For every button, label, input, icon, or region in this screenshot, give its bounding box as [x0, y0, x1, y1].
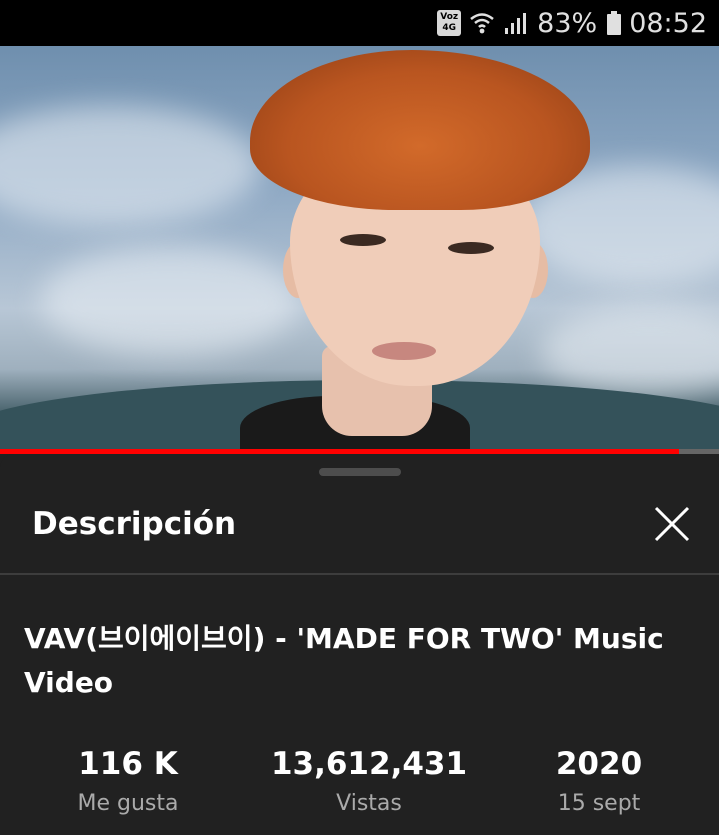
- video-title: VAV(브이에이브이) - 'MADE FOR TWO' Music Video: [24, 622, 664, 699]
- views-label: Vistas: [336, 791, 402, 816]
- upload-date: 15 sept: [557, 791, 641, 816]
- wifi-icon: [469, 10, 495, 36]
- battery-icon: [607, 11, 622, 35]
- date-stat: 2020 15 sept: [489, 744, 709, 824]
- divider: [0, 573, 719, 575]
- likes-label: Me gusta: [77, 791, 179, 816]
- signal-icon: [503, 10, 529, 36]
- status-bar: Voz 4G 83% 08:52: [0, 0, 719, 46]
- video-player[interactable]: [0, 46, 719, 450]
- close-icon: [654, 506, 690, 542]
- upload-year: 2020: [555, 746, 643, 782]
- views-count: 13,612,431: [270, 746, 468, 782]
- panel-title: Descripción: [32, 506, 237, 542]
- views-stat: 13,612,431 Vistas: [259, 744, 479, 824]
- close-button[interactable]: [650, 502, 694, 546]
- drag-handle[interactable]: [319, 468, 401, 476]
- network-badge-top: Voz: [440, 12, 459, 22]
- volte-icon: Voz 4G: [437, 10, 462, 36]
- clock: 08:52: [629, 7, 707, 39]
- description-panel: Descripción VAV(브이에이브이) - 'MADE FOR TWO'…: [0, 454, 719, 835]
- likes-stat: 116 K Me gusta: [18, 744, 238, 824]
- likes-count: 116 K: [78, 746, 178, 782]
- network-badge-bottom: 4G: [442, 23, 456, 33]
- battery-percent: 83%: [537, 7, 598, 39]
